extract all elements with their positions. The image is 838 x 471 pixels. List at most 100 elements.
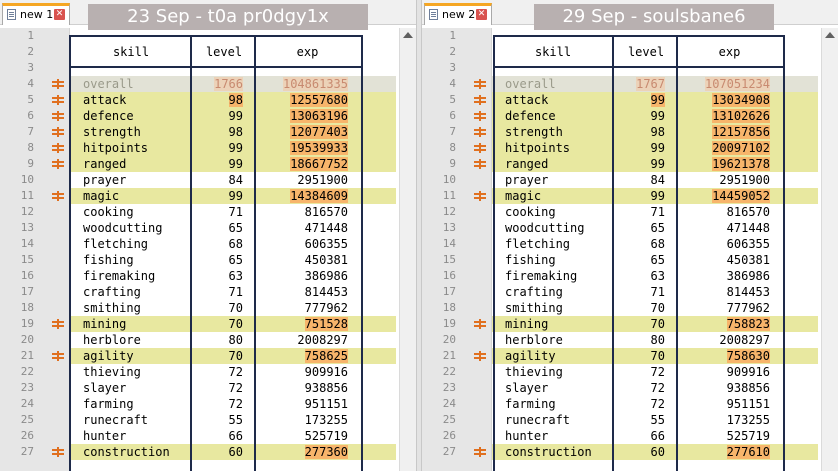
vertical-scrollbar[interactable]: [399, 28, 416, 471]
level-value: 70: [650, 301, 665, 315]
skill-row: 16 firemaking 63 386986: [0, 268, 399, 284]
skill-row: 26 hunter 66 525719: [0, 428, 399, 444]
skill-name: thieving: [505, 365, 563, 379]
skill-row: 6 defence 99 13063196: [0, 108, 399, 124]
line-number: 5: [27, 93, 34, 106]
skill-row: 15 fishing 65 450381: [0, 252, 399, 268]
scroll-up-arrow-icon[interactable]: [403, 32, 413, 38]
level-value: 99: [650, 109, 665, 123]
left-editor-pane: new 1 ✕ 23 Sep - t0a pr0dgy1x 1 2 skill lev…: [0, 0, 416, 471]
line-number: 18: [442, 301, 456, 314]
skill-level: 99: [192, 156, 243, 172]
skill-exp: 13034908: [679, 92, 770, 108]
level-value: 99: [228, 141, 243, 155]
skill-name: crafting: [505, 285, 563, 299]
line-number: 7: [449, 125, 456, 138]
skill-level: 65: [192, 220, 243, 236]
tab-new-1[interactable]: new 1 ✕: [2, 3, 70, 25]
skill-exp: 450381: [679, 252, 770, 268]
text-area[interactable]: 1 2 skill level exp 3 4 overall 1766 104861335 5 at…: [0, 28, 399, 460]
skill-row: 22 thieving 72 909916: [0, 364, 399, 380]
skill-level: 65: [192, 252, 243, 268]
scroll-up-arrow-icon[interactable]: [825, 32, 835, 38]
line-number: 26: [20, 429, 34, 442]
skill-level: 99: [192, 188, 243, 204]
line-number: 14: [20, 237, 34, 250]
skill-level: 70: [192, 300, 243, 316]
skill-level: 70: [614, 316, 665, 332]
skill-name: agility: [83, 349, 134, 363]
line-number: 2: [27, 45, 34, 58]
line-number: 16: [20, 269, 34, 282]
skill-name: hunter: [505, 429, 549, 443]
diff-marker-icon: [52, 319, 64, 329]
skill-row: 19 mining 70 758823: [422, 316, 821, 332]
skill-name: firemaking: [83, 269, 156, 283]
comparison-title: 23 Sep - t0a pr0dgy1x: [88, 4, 368, 30]
exp-value: 816570: [726, 205, 770, 219]
skill-exp: 2008297: [257, 332, 348, 348]
line-number: 6: [449, 109, 456, 122]
skill-exp: 909916: [257, 364, 348, 380]
skill-row: 21 agility 70 758630: [422, 348, 821, 364]
line-number: 25: [442, 413, 456, 426]
level-value: 72: [228, 381, 243, 395]
skill-exp: 758823: [679, 316, 770, 332]
skill-level: 1767: [614, 76, 665, 92]
skill-row: 12 cooking 71 816570: [422, 204, 821, 220]
line-number: 9: [449, 157, 456, 170]
line-number: 17: [442, 285, 456, 298]
skill-level: 99: [192, 140, 243, 156]
line-number: 19: [20, 317, 34, 330]
close-icon[interactable]: ✕: [54, 9, 65, 20]
skill-level: 84: [192, 172, 243, 188]
skill-exp: 450381: [257, 252, 348, 268]
skill-exp: 758625: [257, 348, 348, 364]
line-number: 10: [20, 173, 34, 186]
text-area[interactable]: 1 2 skill level exp 3 4 overall 1767 107051234 5 at…: [422, 28, 821, 460]
exp-value: 18667752: [290, 157, 348, 171]
column-header-skill: skill: [112, 45, 150, 59]
tab-new-2[interactable]: new 2 ✕: [424, 3, 492, 25]
skill-row: 14 fletching 68 606355: [422, 236, 821, 252]
level-value: 80: [650, 333, 665, 347]
line-number: 3: [27, 61, 34, 74]
column-header-level: level: [627, 45, 665, 59]
skill-level: 98: [192, 92, 243, 108]
skill-exp: 814453: [257, 284, 348, 300]
diff-marker-icon: [474, 351, 486, 361]
line-number: 12: [20, 205, 34, 218]
diff-marker-icon: [474, 111, 486, 121]
diff-marker-icon: [474, 191, 486, 201]
level-value: 72: [228, 365, 243, 379]
level-value: 63: [228, 269, 243, 283]
skill-row: 4 overall 1767 107051234: [422, 76, 821, 92]
skill-row: 5 attack 98 12557680: [0, 92, 399, 108]
skill-level: 84: [614, 172, 665, 188]
diff-marker-icon: [474, 319, 486, 329]
diff-marker-icon: [52, 143, 64, 153]
diff-marker-icon: [474, 447, 486, 457]
skill-row: 15 fishing 65 450381: [422, 252, 821, 268]
skill-row: 13 woodcutting 65 471448: [0, 220, 399, 236]
skill-name: runecraft: [83, 413, 149, 427]
skill-exp: 909916: [679, 364, 770, 380]
exp-value: 758823: [726, 317, 770, 331]
skill-level: 71: [192, 284, 243, 300]
skill-level: 68: [614, 236, 665, 252]
level-value: 63: [650, 269, 665, 283]
exp-value: 777962: [304, 301, 348, 315]
exp-value: 2008297: [719, 333, 770, 347]
diff-marker-icon: [52, 111, 64, 121]
line-number: 20: [442, 333, 456, 346]
line-number: 15: [442, 253, 456, 266]
skill-name: fletching: [83, 237, 149, 251]
vertical-scrollbar[interactable]: [821, 28, 838, 471]
level-value: 65: [650, 221, 665, 235]
skill-name: magic: [505, 189, 542, 203]
skill-name: thieving: [83, 365, 141, 379]
level-value: 65: [228, 221, 243, 235]
close-icon[interactable]: ✕: [476, 9, 487, 20]
level-value: 55: [228, 413, 243, 427]
skill-row: 10 prayer 84 2951900: [0, 172, 399, 188]
